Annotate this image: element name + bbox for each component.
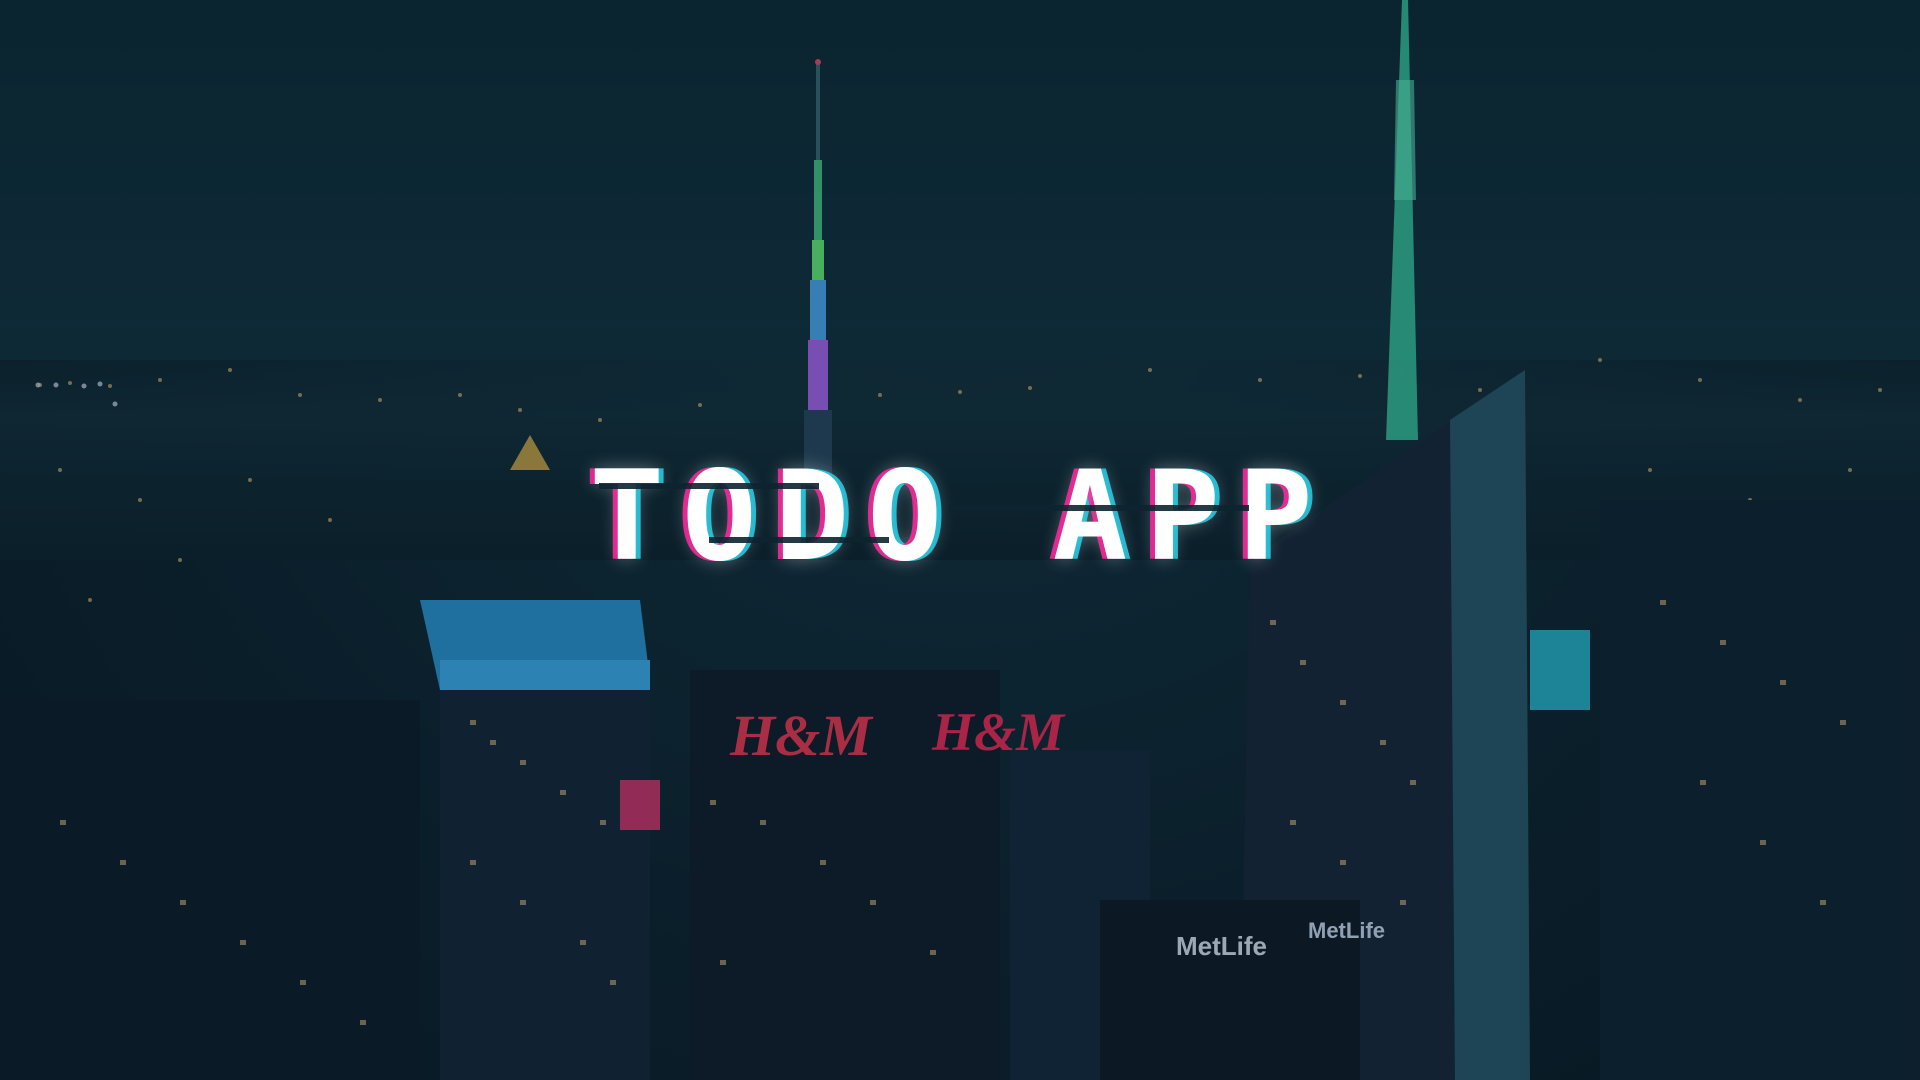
title-container: TODO APP [0,445,1920,589]
app-title-text: TODO APP [589,445,1331,589]
glitch-slice [949,505,1250,511]
hero-background: H&M H&M MetLife MetLife TODO APP [0,0,1920,1080]
app-title: TODO APP [589,445,1330,589]
glitch-slice [709,537,890,543]
glitch-slice [599,483,820,489]
